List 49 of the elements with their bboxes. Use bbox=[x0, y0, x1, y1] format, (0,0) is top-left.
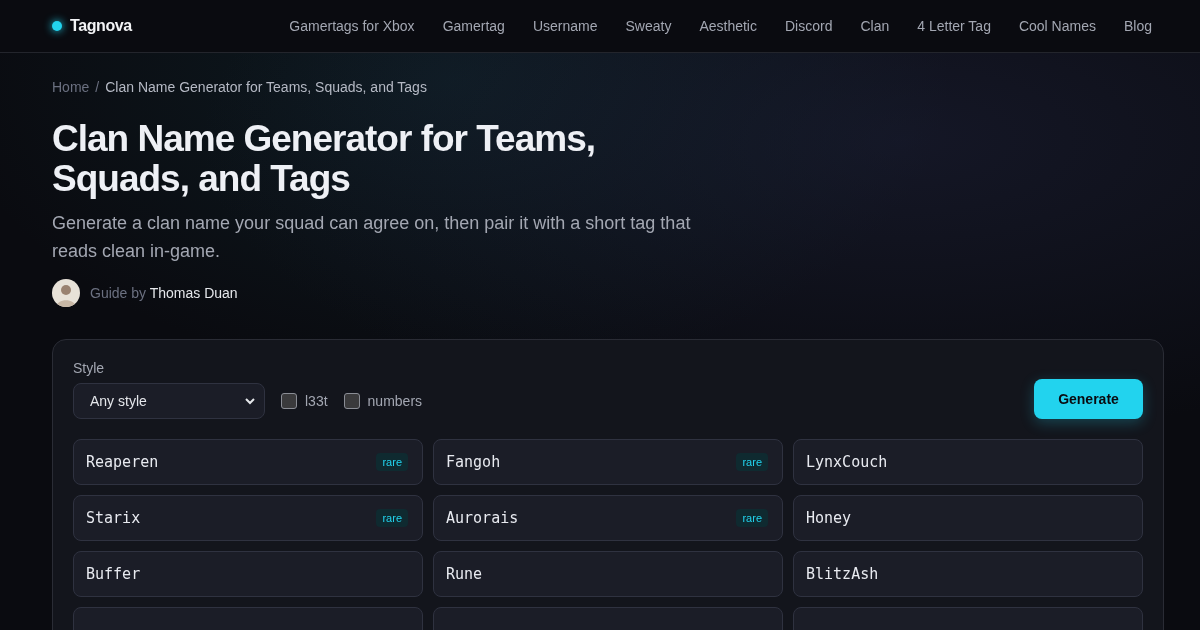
brand-dot-icon bbox=[52, 21, 62, 31]
result-name: Starix bbox=[86, 509, 141, 527]
rarity-badge: rare bbox=[736, 453, 768, 471]
generate-button[interactable]: Generate bbox=[1034, 379, 1143, 419]
page-subtitle: Generate a clan name your squad can agree on, then pair it with a short tag that reads clean in-game. bbox=[52, 212, 692, 263]
nav-link[interactable]: Aesthetic bbox=[699, 18, 757, 34]
nav-link[interactable]: 4 Letter Tag bbox=[917, 18, 991, 34]
result-name: LynxCouch bbox=[806, 453, 888, 471]
page-title: Clan Name Generator for Teams, Squads, and Tags bbox=[52, 119, 596, 199]
result-name: Buffer bbox=[86, 565, 141, 583]
rarity-badge: rare bbox=[376, 453, 408, 471]
checkbox-label: numbers bbox=[367, 392, 423, 409]
result-card[interactable]: Rune bbox=[433, 551, 783, 597]
brand-logo[interactable]: Tagnova bbox=[70, 17, 132, 35]
style-select[interactable]: Any style bbox=[73, 383, 265, 419]
checkbox[interactable] bbox=[281, 392, 297, 409]
result-card[interactable]: LynxCouch bbox=[793, 439, 1143, 485]
checkbox[interactable] bbox=[343, 392, 360, 409]
result-card[interactable]: Aurorais rare bbox=[433, 495, 783, 541]
result-name: Aurorais bbox=[446, 509, 519, 527]
result-card[interactable]: Starix rare bbox=[73, 495, 423, 541]
rarity-badge: rare bbox=[376, 509, 408, 527]
style-label: Style bbox=[73, 360, 106, 376]
nav-link[interactable]: Gamertags for Xbox bbox=[289, 18, 415, 34]
result-card[interactable]: Fangoh rare bbox=[433, 439, 783, 485]
nav-link[interactable]: Gamertag bbox=[442, 18, 505, 34]
nav-link[interactable]: Sweaty bbox=[625, 18, 672, 34]
nav-link[interactable]: Clan bbox=[860, 18, 890, 34]
checkbox-label: l33t bbox=[305, 392, 328, 409]
result-name: Rune bbox=[446, 565, 483, 583]
breadcrumb-separator: / bbox=[95, 79, 100, 95]
nav-link[interactable]: Cool Names bbox=[1018, 18, 1096, 34]
result-card[interactable]: Buffer bbox=[73, 551, 423, 597]
avatar-icon bbox=[52, 279, 80, 307]
rarity-badge: rare bbox=[736, 509, 768, 527]
result-name: BlitzAsh bbox=[806, 565, 879, 583]
result-card[interactable]: Honey bbox=[793, 495, 1143, 541]
nav-link[interactable]: Discord bbox=[785, 18, 833, 34]
result-name: Honey bbox=[806, 509, 852, 527]
chevron-down-icon bbox=[244, 395, 256, 407]
result-card[interactable]: Reaperen rare bbox=[73, 439, 423, 485]
result-name: Fangoh bbox=[446, 453, 501, 471]
author-byline: Guide by Thomas Duan bbox=[90, 285, 238, 301]
result-card[interactable]: BlitzAsh bbox=[793, 551, 1143, 597]
nav-link[interactable]: Blog bbox=[1123, 18, 1152, 34]
breadcrumb-current: Clan Name Generator for Teams, Squads, and Tags bbox=[105, 79, 427, 95]
result-name: Reaperen bbox=[86, 453, 159, 471]
nav-link[interactable]: Username bbox=[532, 18, 598, 34]
breadcrumb-home-link[interactable]: Home bbox=[52, 79, 90, 95]
